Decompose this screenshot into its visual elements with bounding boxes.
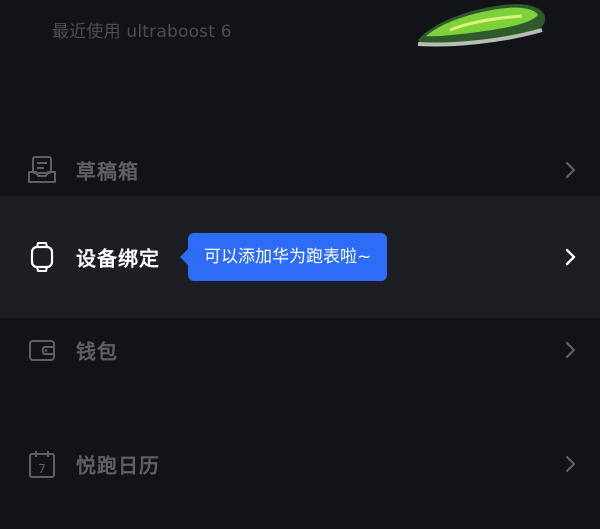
drafts-icon	[28, 156, 56, 183]
wallet-menu-item[interactable]: 钱包	[0, 304, 600, 396]
device-binding-label: 设备绑定	[76, 246, 160, 271]
calendar-menu-item[interactable]: 7 悦跑日历	[0, 418, 600, 510]
calendar-icon: 7	[29, 451, 55, 478]
recent-shoe-text: 最近使用 ultraboost 6	[52, 22, 232, 42]
chevron-right-icon	[565, 455, 576, 473]
wallet-label: 钱包	[76, 339, 118, 364]
chevron-right-icon	[565, 341, 576, 359]
profile-menu-screen: 最近使用 ultraboost 6 草稿箱 设备绑定 可以添加华为跑表啦~ 钱包…	[0, 0, 600, 529]
chevron-right-icon	[565, 161, 576, 179]
huawei-watch-tooltip[interactable]: 可以添加华为跑表啦~	[179, 233, 388, 281]
wallet-icon	[29, 340, 55, 361]
watch-icon	[30, 242, 54, 272]
calendar-icon-day: 7	[38, 462, 46, 476]
device-binding-menu-item[interactable]: 设备绑定 可以添加华为跑表啦~	[0, 196, 600, 318]
shoe-image	[417, 4, 546, 47]
calendar-label: 悦跑日历	[76, 453, 160, 478]
chevron-right-icon	[565, 248, 576, 266]
drafts-label: 草稿箱	[76, 159, 139, 184]
